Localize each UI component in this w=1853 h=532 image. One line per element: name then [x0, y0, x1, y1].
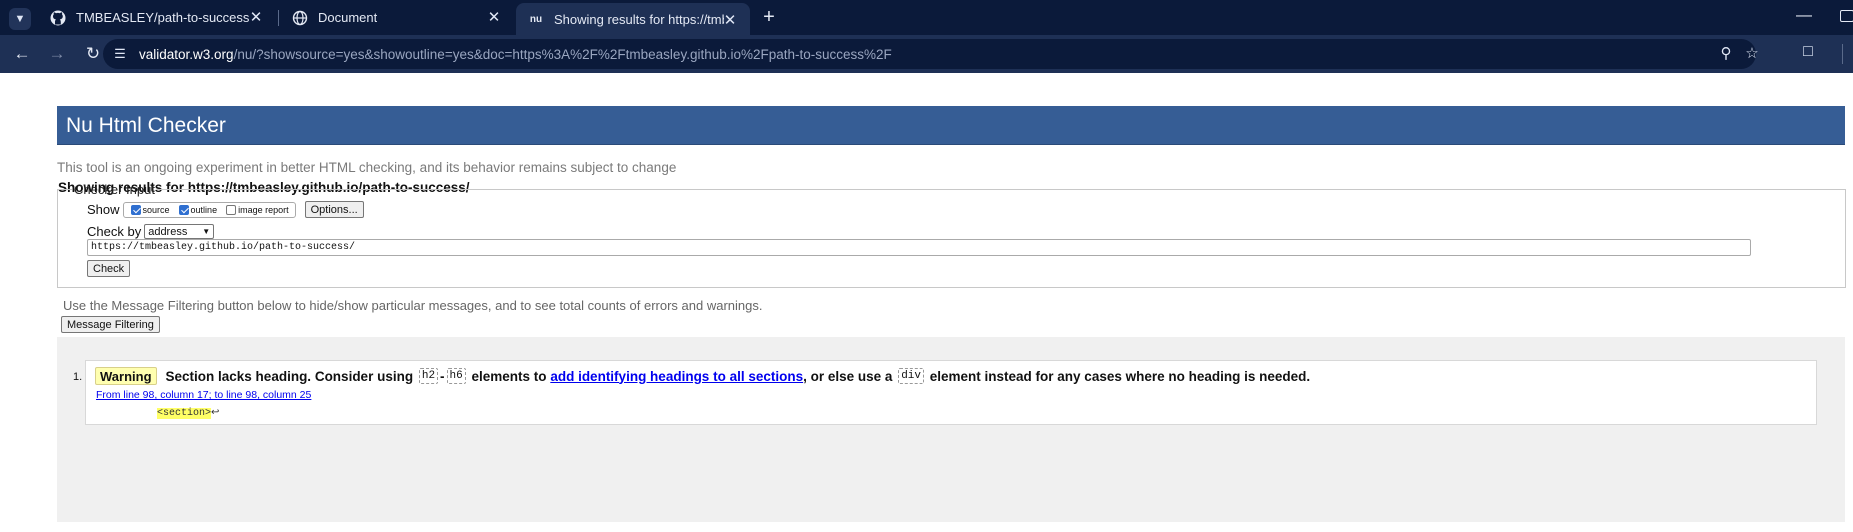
message-part: , or else use a: [803, 368, 893, 384]
url-host: validator.w3.org: [139, 46, 234, 62]
checker-input-fieldset: Checker Input: [57, 182, 1846, 288]
message-number: 1.: [73, 371, 83, 383]
toolbar-separator: [1842, 44, 1843, 64]
minimize-icon: —: [1796, 7, 1812, 24]
arrow-left-icon: ←: [13, 44, 31, 63]
maximize-button[interactable]: [1840, 10, 1853, 22]
tab-validator[interactable]: nu Showing results for https://tmbeasley…: [516, 3, 750, 35]
nu-icon: nu: [529, 13, 543, 25]
tab-title: Showing results for https://tmbeasley.gi…: [554, 11, 724, 27]
check-button[interactable]: Check: [87, 260, 131, 277]
outline-checkbox[interactable]: [178, 204, 189, 215]
code-h2: h2: [418, 368, 439, 384]
tab-separator: [278, 10, 279, 26]
url-text[interactable]: validator.w3.org/nu/?showsource=yes&show…: [139, 47, 892, 62]
tagline: This tool is an ongoing experiment in be…: [57, 160, 677, 175]
tab-title: Document: [318, 10, 378, 25]
new-tab-button[interactable]: +: [758, 7, 780, 29]
check-by-label: Check by: [87, 224, 142, 239]
tab-document[interactable]: Document ✕: [280, 0, 514, 35]
show-label: Show: [87, 202, 120, 217]
site-info-icon[interactable]: ☰: [111, 45, 129, 63]
message-location-link[interactable]: From line 98, column 17; to line 98, col…: [96, 389, 311, 401]
message-filtering-button[interactable]: Message Filtering: [61, 316, 160, 333]
page-content: Nu Html Checker This tool is an ongoing …: [0, 73, 1853, 532]
tab-strip: ▼ TMBEASLEY/path-to-success ✕ Document ✕…: [0, 0, 1853, 35]
url-path: /nu/?showsource=yes&showoutline=yes&doc=…: [233, 46, 892, 62]
code-div: div: [898, 368, 924, 384]
image-report-checkbox[interactable]: [226, 204, 237, 215]
browser-toolbar: ← → ↻ ☰ validator.w3.org/nu/?showsource=…: [0, 35, 1853, 73]
close-icon[interactable]: ✕: [248, 10, 264, 26]
close-icon[interactable]: ✕: [722, 13, 738, 29]
image-report-label: image report: [238, 204, 289, 215]
address-bar[interactable]: ☰ validator.w3.org/nu/?showsource=yes&sh…: [103, 39, 1759, 69]
bookmark-star-icon[interactable]: ☆: [1743, 45, 1761, 63]
tab-github[interactable]: TMBEASLEY/path-to-success ✕: [38, 0, 276, 35]
page-title: Nu Html Checker: [57, 106, 1845, 145]
source-extract: <section>↩: [157, 407, 219, 419]
forward-button[interactable]: →: [46, 43, 68, 65]
reload-button[interactable]: ↻: [82, 43, 104, 65]
message-part: element instead for any cases where no h…: [929, 368, 1311, 384]
arrow-right-icon: →: [48, 44, 66, 63]
reload-icon: ↻: [85, 44, 101, 63]
chevron-down-icon: ▼: [202, 227, 211, 236]
extensions-icon[interactable]: □: [1798, 43, 1818, 63]
checker-input-legend: Checker Input: [74, 182, 155, 197]
document-address-input[interactable]: https://tmbeasley.github.io/path-to-succ…: [87, 239, 1751, 256]
show-options-box: source outline image report: [122, 201, 296, 218]
tab-title: TMBEASLEY/path-to-success: [76, 10, 250, 25]
message-dash: -: [440, 368, 445, 384]
source-checkbox[interactable]: [130, 204, 141, 215]
zoom-icon[interactable]: ⚲: [1717, 45, 1735, 63]
line-feed-icon: ↩: [211, 408, 220, 419]
message-text: Warning Section lacks heading. Consider …: [95, 367, 1310, 385]
check-by-row: Check by address ▼: [87, 224, 215, 239]
message-part: elements to: [471, 368, 547, 384]
back-button[interactable]: ←: [11, 43, 33, 65]
plus-icon: +: [763, 6, 775, 28]
github-icon: [50, 10, 66, 26]
headings-link[interactable]: add identifying headings to all sections: [550, 369, 803, 384]
check-by-select[interactable]: address ▼: [144, 224, 215, 239]
message-part: Section lacks heading. Consider using: [165, 368, 414, 384]
code-h6: h6: [446, 368, 466, 384]
minimize-button[interactable]: —: [1796, 7, 1812, 25]
outline-label: outline: [190, 204, 218, 215]
close-icon[interactable]: ✕: [486, 10, 502, 26]
source-label: source: [142, 204, 170, 215]
extract-highlight: <section>: [157, 408, 212, 419]
warning-badge: Warning: [95, 367, 157, 385]
globe-icon: [292, 10, 308, 26]
check-by-value: address: [148, 225, 188, 238]
show-options-row: Show source outline image report Options…: [87, 201, 364, 218]
tab-search-button[interactable]: ▼: [9, 8, 31, 30]
options-button[interactable]: Options...: [304, 201, 364, 218]
message-filtering-note: Use the Message Filtering button below t…: [63, 298, 763, 313]
chevron-down-icon: ▼: [14, 13, 26, 25]
